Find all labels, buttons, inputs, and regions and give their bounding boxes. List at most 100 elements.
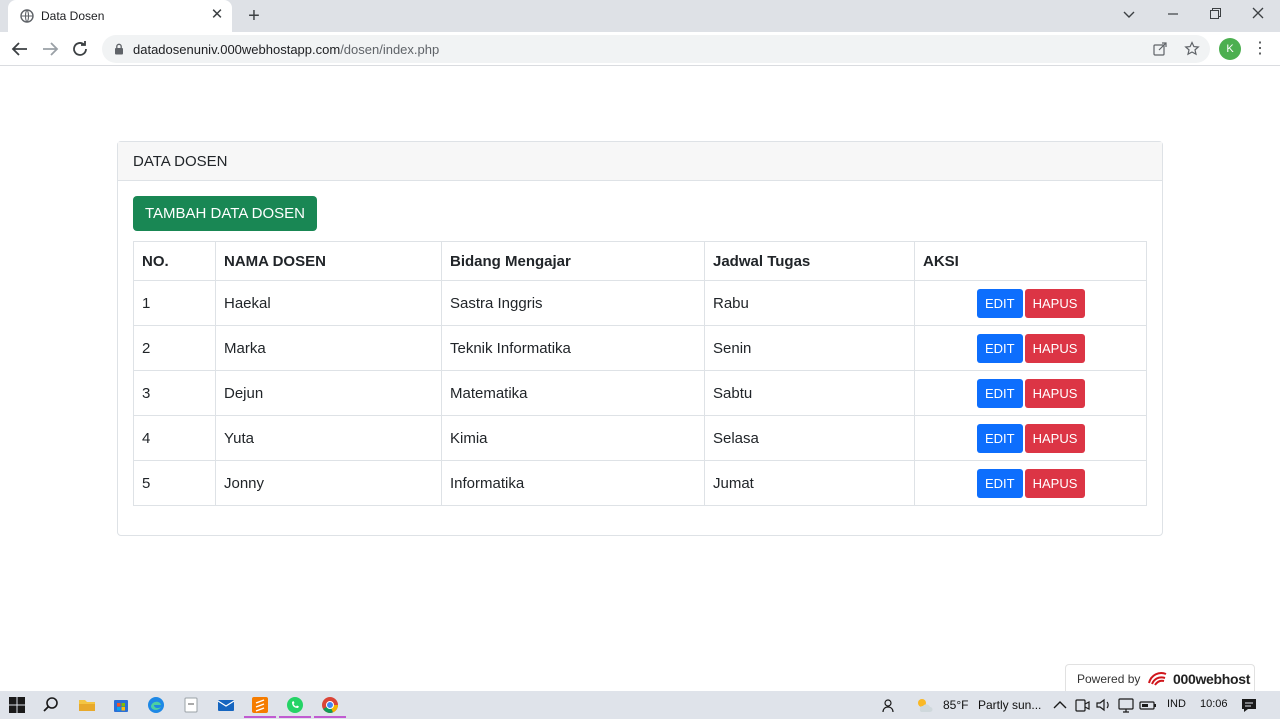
share-icon[interactable] (1152, 41, 1168, 57)
more-menu-icon[interactable]: ⋮ (1252, 39, 1268, 59)
edit-button[interactable]: EDIT (977, 423, 1023, 453)
table-row: 5 Jonny Informatika Jumat EDIT HAPUS (133, 460, 1147, 506)
browser-tab-bar: Data Dosen ✕ + (0, 0, 1280, 32)
table-row: 1 Haekal Sastra Inggris Rabu EDIT HAPUS (133, 280, 1147, 326)
active-app-indicator (244, 716, 276, 718)
powered-by-badge[interactable]: Powered by 000webhost (1065, 664, 1255, 691)
windows-taskbar: 85°F Partly sun... IND 10:06 (0, 691, 1280, 719)
cell-no: 1 (133, 280, 216, 326)
edit-button[interactable]: EDIT (977, 333, 1023, 363)
language-indicator[interactable]: IND (1167, 698, 1186, 710)
weather-temperature[interactable]: 85°F (943, 698, 968, 712)
notepad-icon[interactable] (181, 695, 201, 715)
delete-button[interactable]: HAPUS (1024, 423, 1086, 453)
cell-aksi: EDIT HAPUS (914, 325, 1147, 371)
meet-now-icon[interactable] (1072, 695, 1092, 715)
delete-button[interactable]: HAPUS (1024, 333, 1086, 363)
cell-jadwal: Jumat (704, 460, 915, 506)
cell-bidang: Informatika (441, 460, 705, 506)
battery-icon[interactable] (1138, 695, 1158, 715)
address-bar[interactable]: datadosenuniv.000webhostapp.com/dosen/in… (102, 35, 1210, 63)
whatsapp-icon[interactable] (285, 695, 305, 715)
dosen-table: NO. NAMA DOSEN Bidang Mengajar Jadwal Tu… (133, 241, 1147, 506)
tab-title: Data Dosen (41, 9, 105, 23)
000webhost-logo-icon (1148, 672, 1167, 686)
url-text: datadosenuniv.000webhostapp.com/dosen/in… (133, 42, 440, 57)
column-header-nama: NAMA DOSEN (215, 241, 442, 281)
table-header-row: NO. NAMA DOSEN Bidang Mengajar Jadwal Tu… (133, 241, 1147, 281)
browser-tab[interactable]: Data Dosen ✕ (8, 0, 232, 32)
active-app-indicator (314, 716, 346, 718)
back-icon[interactable] (8, 37, 32, 61)
cell-jadwal: Rabu (704, 280, 915, 326)
cell-nama: Haekal (215, 280, 442, 326)
forward-icon[interactable] (38, 37, 62, 61)
cell-no: 2 (133, 325, 216, 371)
cell-aksi: EDIT HAPUS (914, 415, 1147, 461)
cell-bidang: Teknik Informatika (441, 325, 705, 371)
cell-aksi: EDIT HAPUS (914, 460, 1147, 506)
bookmark-star-icon[interactable] (1184, 41, 1200, 57)
edge-icon[interactable] (146, 695, 166, 715)
cell-bidang: Sastra Inggris (441, 280, 705, 326)
powered-by-label: Powered by (1077, 672, 1141, 686)
chevron-down-icon[interactable] (1117, 4, 1141, 24)
weather-description[interactable]: Partly sun... (978, 698, 1041, 712)
cell-bidang: Kimia (441, 415, 705, 461)
edit-button[interactable]: EDIT (977, 468, 1023, 498)
cell-aksi: EDIT HAPUS (914, 280, 1147, 326)
powered-by-brand: 000webhost (1173, 671, 1251, 687)
column-header-aksi: AKSI (914, 241, 1147, 281)
weather-partly-sunny-icon[interactable] (914, 695, 934, 715)
table-row: 3 Dejun Matematika Sabtu EDIT HAPUS (133, 370, 1147, 416)
windows-start-icon[interactable] (7, 695, 27, 715)
close-tab-icon[interactable]: ✕ (209, 7, 225, 23)
column-header-no: NO. (133, 241, 216, 281)
people-icon[interactable] (880, 695, 900, 715)
add-dosen-button[interactable]: TAMBAH DATA DOSEN (133, 196, 318, 231)
cell-jadwal: Sabtu (704, 370, 915, 416)
volume-icon[interactable] (1094, 695, 1114, 715)
delete-button[interactable]: HAPUS (1024, 468, 1086, 498)
reload-icon[interactable] (68, 37, 92, 61)
cell-no: 3 (133, 370, 216, 416)
cell-no: 5 (133, 460, 216, 506)
delete-button[interactable]: HAPUS (1024, 288, 1086, 318)
cell-nama: Yuta (215, 415, 442, 461)
data-dosen-card: DATA DOSEN TAMBAH DATA DOSEN NO. NAMA DO… (117, 141, 1163, 536)
file-explorer-icon[interactable] (77, 695, 97, 715)
column-header-jadwal: Jadwal Tugas (704, 241, 915, 281)
active-app-indicator (279, 716, 311, 718)
cell-nama: Dejun (215, 370, 442, 416)
profile-avatar[interactable]: K (1219, 38, 1241, 60)
notification-center-icon[interactable] (1239, 695, 1259, 715)
table-row: 4 Yuta Kimia Selasa EDIT HAPUS (133, 415, 1147, 461)
cell-no: 4 (133, 415, 216, 461)
cell-nama: Marka (215, 325, 442, 371)
cell-aksi: EDIT HAPUS (914, 370, 1147, 416)
restore-icon[interactable] (1203, 4, 1227, 24)
close-window-icon[interactable] (1246, 4, 1270, 24)
sublime-text-icon[interactable] (250, 695, 270, 715)
table-row: 2 Marka Teknik Informatika Senin EDIT HAP… (133, 325, 1147, 371)
network-icon[interactable] (1116, 695, 1136, 715)
column-header-bidang: Bidang Mengajar (441, 241, 705, 281)
browser-toolbar: datadosenuniv.000webhostapp.com/dosen/in… (0, 32, 1280, 66)
lock-icon[interactable] (113, 43, 125, 55)
chrome-icon[interactable] (320, 695, 340, 715)
clock[interactable]: 10:06 (1200, 698, 1228, 710)
globe-icon (20, 9, 34, 23)
edit-button[interactable]: EDIT (977, 378, 1023, 408)
mail-icon[interactable] (216, 695, 236, 715)
store-icon[interactable] (111, 695, 131, 715)
edit-button[interactable]: EDIT (977, 288, 1023, 318)
new-tab-icon[interactable]: + (244, 6, 264, 26)
cell-jadwal: Selasa (704, 415, 915, 461)
cell-bidang: Matematika (441, 370, 705, 416)
chevron-up-icon[interactable] (1050, 695, 1070, 715)
search-icon[interactable] (41, 695, 61, 715)
delete-button[interactable]: HAPUS (1024, 378, 1086, 408)
cell-jadwal: Senin (704, 325, 915, 371)
card-header: DATA DOSEN (118, 142, 1162, 181)
minimize-icon[interactable] (1161, 4, 1185, 24)
